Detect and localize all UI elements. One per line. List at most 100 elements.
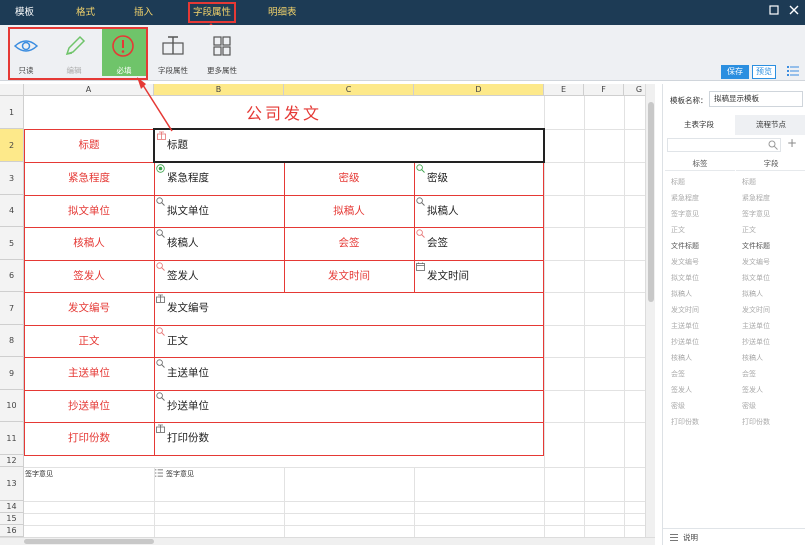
field-properties-button[interactable]: 字段属性 — [152, 28, 194, 76]
list-item[interactable]: 签字意见 — [742, 209, 770, 219]
tab-main-fields[interactable]: 主表字段 — [663, 115, 735, 135]
list-item[interactable]: 文件标题 — [671, 241, 699, 251]
add-icon[interactable]: + — [787, 136, 797, 150]
scroll-thumb[interactable] — [24, 539, 154, 544]
tab-field-properties[interactable]: 字段属性 — [188, 2, 237, 23]
list-item[interactable]: 会签 — [742, 369, 756, 379]
row-header[interactable]: 3 — [0, 162, 24, 195]
scroll-thumb[interactable] — [648, 102, 654, 302]
close-icon[interactable] — [786, 4, 802, 20]
list-item[interactable]: 密级 — [671, 401, 685, 411]
field-search-input[interactable] — [667, 138, 781, 152]
tab-insert[interactable]: 插入 — [131, 0, 156, 25]
row-header[interactable]: 15 — [0, 513, 24, 525]
menu-icon — [670, 534, 678, 541]
row-header[interactable]: 14 — [0, 501, 24, 513]
list-item[interactable]: 紧急程度 — [671, 193, 699, 203]
row-header[interactable]: 9 — [0, 357, 24, 390]
spreadsheet[interactable]: A B C D E F G 1 2 3 4 5 6 7 8 9 10 11 12… — [0, 84, 655, 545]
field-main-recipient[interactable]: 主送单位 — [167, 357, 209, 390]
row-header[interactable]: 11 — [0, 422, 24, 455]
more-properties-button[interactable]: 更多属性 — [201, 28, 243, 76]
tab-template[interactable]: 模板 — [12, 0, 37, 25]
row-header[interactable]: 8 — [0, 325, 24, 357]
preview-button[interactable]: 预览 — [752, 65, 776, 79]
field-issue-time[interactable]: 发文时间 — [427, 260, 469, 292]
grid-line — [24, 525, 655, 526]
row-header[interactable]: 7 — [0, 292, 24, 325]
list-icon[interactable] — [787, 66, 799, 76]
field-doc-number[interactable]: 发文编号 — [167, 292, 209, 325]
list-item[interactable]: 标题 — [742, 177, 756, 187]
list-item[interactable]: 拟文单位 — [671, 273, 699, 283]
field-signature-opinion[interactable]: 签字意见 — [166, 469, 194, 479]
panel-footer[interactable]: 说明 — [663, 528, 805, 545]
list-item[interactable]: 抄送单位 — [671, 337, 699, 347]
list-item[interactable]: 打印份数 — [671, 417, 699, 427]
list-item[interactable]: 核稿人 — [742, 353, 763, 363]
list-item[interactable]: 签发人 — [742, 385, 763, 395]
label-title: 标题 — [78, 139, 100, 151]
field-cc-recipient[interactable]: 抄送单位 — [167, 390, 209, 422]
list-item[interactable]: 发文编号 — [742, 257, 770, 267]
list-item[interactable]: 拟文单位 — [742, 273, 770, 283]
col-header-b[interactable]: B — [154, 84, 284, 96]
list-item[interactable]: 拟稿人 — [671, 289, 692, 299]
list-item[interactable]: 紧急程度 — [742, 193, 770, 203]
list-item[interactable]: 发文时间 — [671, 305, 699, 315]
template-name-input[interactable]: 拟稿显示模板 — [709, 91, 803, 107]
col-header-a[interactable]: A — [24, 84, 154, 96]
row-header[interactable]: 6 — [0, 260, 24, 292]
search-icon — [416, 229, 425, 238]
list-item[interactable]: 正文 — [671, 225, 685, 235]
selected-cell[interactable] — [153, 128, 545, 163]
field-title[interactable]: 标题 — [167, 129, 188, 162]
search-icon[interactable] — [768, 140, 778, 150]
tab-detail-table[interactable]: 明细表 — [265, 0, 300, 25]
col-header-e[interactable]: E — [544, 84, 584, 96]
list-item[interactable]: 核稿人 — [671, 353, 692, 363]
col-header-c[interactable]: C — [284, 84, 414, 96]
tab-format[interactable]: 格式 — [73, 0, 98, 25]
row-header[interactable]: 4 — [0, 195, 24, 227]
row-header[interactable]: 2 — [0, 129, 24, 162]
tab-flow-nodes[interactable]: 流程节点 — [735, 115, 805, 135]
field-urgency[interactable]: 紧急程度 — [167, 162, 209, 195]
restore-icon[interactable] — [766, 4, 782, 20]
field-issuer[interactable]: 签发人 — [167, 260, 199, 292]
row-header[interactable]: 16 — [0, 525, 24, 537]
field-drafter[interactable]: 拟稿人 — [427, 195, 459, 227]
list-item[interactable]: 发文编号 — [671, 257, 699, 267]
vertical-scrollbar[interactable] — [645, 84, 655, 539]
corner-cell[interactable] — [0, 84, 24, 96]
list-item[interactable]: 拟稿人 — [742, 289, 763, 299]
field-secrecy[interactable]: 密级 — [427, 162, 448, 195]
list-item[interactable]: 签字意见 — [671, 209, 699, 219]
row-header[interactable]: 5 — [0, 227, 24, 260]
label-signature-opinion: 签字意见 — [25, 470, 53, 478]
col-header-f[interactable]: F — [584, 84, 624, 96]
list-item[interactable]: 文件标题 — [742, 241, 770, 251]
field-body[interactable]: 正文 — [167, 325, 188, 357]
list-item[interactable]: 标题 — [671, 177, 685, 187]
field-drafting-unit[interactable]: 拟文单位 — [167, 195, 209, 227]
horizontal-scrollbar[interactable] — [0, 537, 655, 545]
col-header-d[interactable]: D — [414, 84, 544, 96]
row-header[interactable]: 12 — [0, 455, 24, 467]
list-item[interactable]: 会签 — [671, 369, 685, 379]
list-item[interactable]: 正文 — [742, 225, 756, 235]
row-header[interactable]: 13 — [0, 467, 24, 501]
field-print-copies[interactable]: 打印份数 — [167, 422, 209, 455]
list-item[interactable]: 主送单位 — [742, 321, 770, 331]
save-button[interactable]: 保存 — [721, 65, 749, 79]
row-header[interactable]: 1 — [0, 96, 24, 129]
list-item[interactable]: 签发人 — [671, 385, 692, 395]
list-item[interactable]: 密级 — [742, 401, 756, 411]
list-item[interactable]: 主送单位 — [671, 321, 699, 331]
list-item[interactable]: 发文时间 — [742, 305, 770, 315]
list-item[interactable]: 抄送单位 — [742, 337, 770, 347]
field-reviewer[interactable]: 核稿人 — [167, 227, 199, 260]
field-countersign[interactable]: 会签 — [427, 227, 448, 260]
row-header[interactable]: 10 — [0, 390, 24, 422]
list-item[interactable]: 打印份数 — [742, 417, 770, 427]
